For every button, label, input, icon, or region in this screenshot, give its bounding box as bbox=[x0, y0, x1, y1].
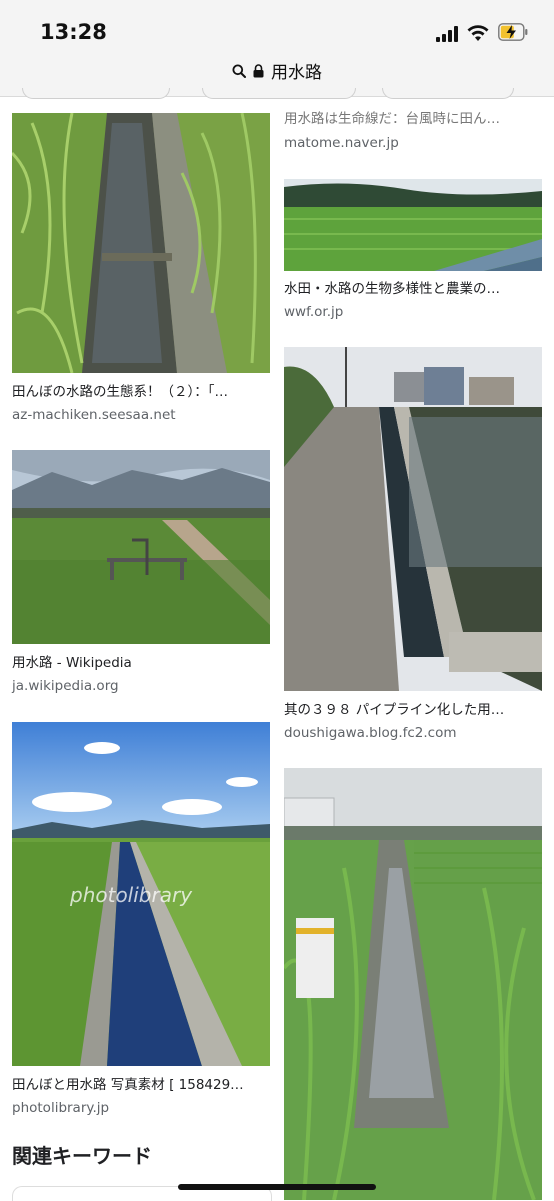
result-domain: ja.wikipedia.org bbox=[12, 678, 119, 694]
home-indicator bbox=[178, 1184, 376, 1190]
result-thumbnail[interactable] bbox=[284, 347, 542, 691]
result-title: 田んぼと用水路 写真素材 [ 158429… bbox=[12, 1077, 244, 1093]
result-card[interactable]: 田んぼの水路の生態系！（２）：「… az-machiken.seesaa.net bbox=[12, 113, 270, 424]
result-card[interactable] bbox=[284, 768, 542, 1200]
result-domain: doushigawa.blog.fc2.com bbox=[284, 725, 457, 741]
result-thumbnail[interactable] bbox=[284, 179, 542, 271]
result-domain: photolibrary.jp bbox=[12, 1100, 110, 1116]
filter-chip[interactable] bbox=[22, 88, 170, 99]
result-domain: az-machiken.seesaa.net bbox=[12, 407, 176, 423]
result-card[interactable]: photolibrary 田んぼと用水路 写真素材 [ 158429… phot… bbox=[12, 722, 270, 1117]
result-title: 用水路は生命線だ：台風時に田ん… bbox=[284, 111, 500, 127]
filter-chip[interactable] bbox=[202, 88, 356, 99]
result-thumbnail[interactable] bbox=[12, 113, 270, 373]
status-time: 13:28 bbox=[40, 20, 107, 44]
result-thumbnail[interactable] bbox=[284, 768, 542, 1200]
related-keywords-heading: 関連キーワード bbox=[12, 1144, 152, 1168]
result-title: 水田・水路の生物多様性と農業の… bbox=[284, 281, 500, 297]
result-thumbnail[interactable]: photolibrary bbox=[12, 722, 270, 1066]
battery-charging-icon bbox=[498, 23, 528, 41]
result-domain: matome.naver.jp bbox=[284, 135, 399, 151]
filter-chips bbox=[0, 88, 554, 99]
filter-chip[interactable] bbox=[382, 88, 514, 99]
result-card[interactable]: 用水路 - Wikipedia ja.wikipedia.org bbox=[12, 450, 270, 695]
result-card[interactable]: 水田・水路の生物多様性と農業の… wwf.or.jp bbox=[284, 179, 542, 321]
address-bar[interactable]: 用水路 bbox=[0, 58, 554, 84]
watermark: photolibrary bbox=[69, 883, 193, 907]
lock-icon bbox=[253, 63, 264, 77]
cellular-signal-icon bbox=[436, 26, 462, 42]
result-card[interactable]: 其の３９８ パイプライン化した用… doushigawa.blog.fc2.co… bbox=[284, 347, 542, 742]
url-query: 用水路 bbox=[271, 63, 322, 83]
wifi-icon bbox=[467, 25, 489, 41]
result-title: 田んぼの水路の生態系！（２）：「… bbox=[12, 384, 228, 400]
browser-header: 13:28 用水路 bbox=[0, 0, 554, 99]
result-title: 其の３９８ パイプライン化した用… bbox=[284, 702, 505, 718]
search-icon bbox=[232, 64, 246, 78]
result-title: 用水路 - Wikipedia bbox=[12, 655, 132, 671]
result-card[interactable]: 用水路は生命線だ：台風時に田ん… matome.naver.jp bbox=[284, 110, 542, 152]
result-domain: wwf.or.jp bbox=[284, 304, 344, 320]
result-thumbnail[interactable] bbox=[12, 450, 270, 644]
